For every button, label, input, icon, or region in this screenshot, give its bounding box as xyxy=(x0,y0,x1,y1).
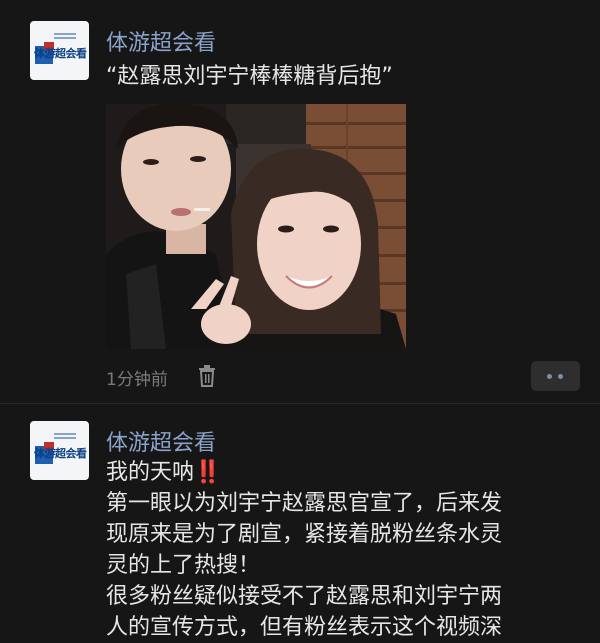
double-exclamation-icon: ‼️ xyxy=(194,460,222,485)
more-dot xyxy=(547,374,552,379)
more-dots-icon[interactable] xyxy=(531,361,580,391)
post-line: 人的宣传方式，但有粉丝表示这个视频深 xyxy=(106,615,503,640)
post-line: 灵的上了热搜！ xyxy=(106,553,261,578)
post-line-text: 我的天呐 xyxy=(106,460,195,485)
author-name[interactable]: 体游超会看 xyxy=(106,425,216,457)
trash-icon[interactable] xyxy=(197,365,217,387)
post-photo[interactable] xyxy=(106,104,406,349)
logo-decoration xyxy=(54,433,76,435)
photo-illustration xyxy=(106,104,406,349)
trash-icon-graphic xyxy=(199,365,215,387)
more-dot xyxy=(558,374,563,379)
moment-post: 体游超会看 体游超会看 “赵露思刘宇宁棒棒糖背后抱” 1分钟前 xyxy=(0,0,600,404)
post-line: 我的天呐‼️ xyxy=(106,457,586,488)
post-timestamp: 1分钟前 xyxy=(106,370,168,390)
post-text: 我的天呐‼️ 第一眼以为刘宇宁赵露思官宣了，后来发 现原来是为了剧宣，紧接着脱粉… xyxy=(106,457,586,643)
author-name[interactable]: 体游超会看 xyxy=(106,25,216,57)
post-line: 第一眼以为刘宇宁赵露思官宣了，后来发 xyxy=(106,491,503,516)
avatar[interactable]: 体游超会看 xyxy=(30,421,89,480)
logo-decoration xyxy=(54,33,76,35)
post-line: 很多粉丝疑似接受不了赵露思和刘宇宁两 xyxy=(106,584,503,609)
avatar[interactable]: 体游超会看 xyxy=(30,21,89,80)
avatar-logo-text: 体游超会看 xyxy=(34,47,87,60)
post-line: 现原来是为了剧宣，紧接着脱粉丝条水灵 xyxy=(106,522,503,547)
post-text: “赵露思刘宇宁棒棒糖背后抱” xyxy=(106,64,393,89)
avatar-logo-text: 体游超会看 xyxy=(34,447,87,460)
moment-post: 体游超会看 体游超会看 我的天呐‼️ 第一眼以为刘宇宁赵露思官宣了，后来发 现原… xyxy=(0,404,600,640)
